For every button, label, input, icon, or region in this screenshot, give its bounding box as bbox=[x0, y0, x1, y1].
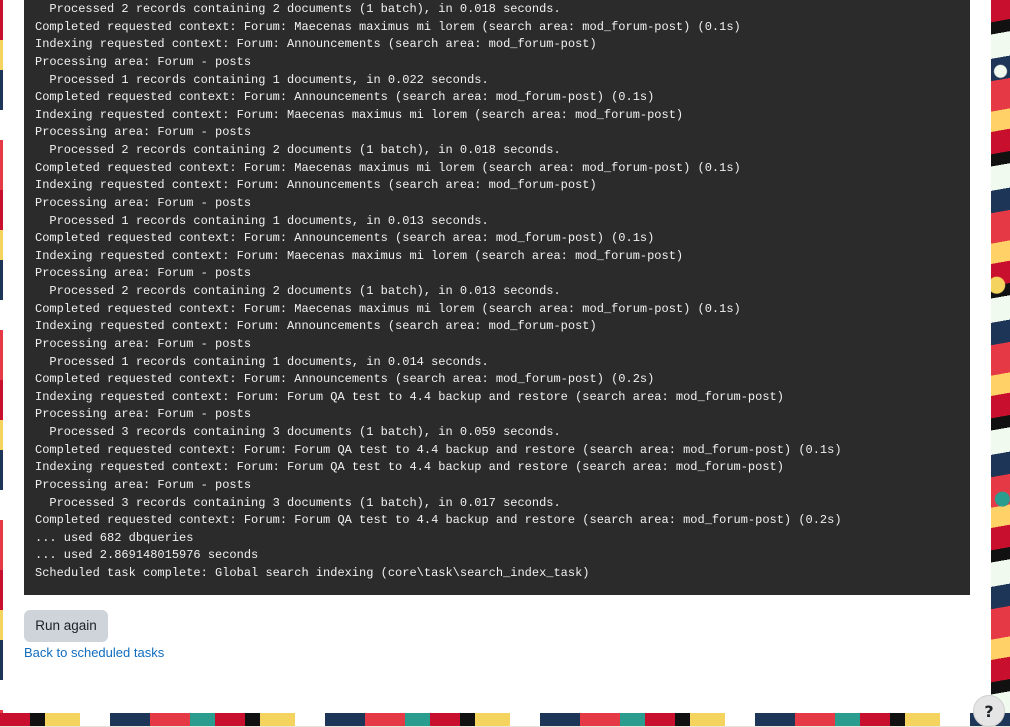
console-line: Indexing requested context: Forum: Annou… bbox=[35, 319, 597, 334]
help-button[interactable]: ? bbox=[973, 695, 1005, 727]
console-line: Processed 2 records containing 2 documen… bbox=[35, 284, 561, 298]
console-line: Processed 2 records containing 2 documen… bbox=[35, 2, 561, 16]
console-line: Processing area: Forum - posts bbox=[35, 407, 252, 422]
console-line: Completed requested context: Forum: Maec… bbox=[35, 19, 741, 34]
run-again-button[interactable]: Run again bbox=[24, 610, 108, 642]
console-line: Processing area: Forum - posts bbox=[35, 125, 252, 140]
console-line: Processing area: Forum - posts bbox=[35, 477, 252, 492]
console-line: Processed 1 records containing 1 documen… bbox=[35, 72, 489, 87]
console-line: Completed requested context: Forum: Anno… bbox=[35, 90, 655, 105]
question-icon: ? bbox=[984, 701, 994, 721]
console-line: Processing area: Forum - posts bbox=[35, 54, 252, 69]
console-line: Completed requested context: Forum: Maec… bbox=[35, 160, 741, 175]
console-line: Indexing requested context: Forum: Maece… bbox=[35, 248, 684, 263]
console-line: Processed 1 records containing 1 documen… bbox=[35, 213, 489, 228]
console-line: Completed requested context: Forum: Maec… bbox=[35, 301, 741, 316]
console-line: Indexing requested context: Forum: Forum… bbox=[35, 389, 784, 404]
back-to-scheduled-tasks-link[interactable]: Back to scheduled tasks bbox=[24, 644, 164, 662]
console-line: Completed requested context: Forum: Foru… bbox=[35, 442, 842, 457]
console-line: Indexing requested context: Forum: Annou… bbox=[35, 37, 597, 52]
console-line: Scheduled task complete: Global search i… bbox=[35, 566, 590, 580]
task-output-console: Processed 2 records containing 2 documen… bbox=[24, 0, 970, 595]
console-line: Completed requested context: Forum: Anno… bbox=[35, 372, 655, 387]
console-line: Processed 3 records containing 3 documen… bbox=[35, 495, 561, 510]
main-content-panel: Processed 2 records containing 2 documen… bbox=[3, 0, 991, 713]
console-line: Processing area: Forum - posts bbox=[35, 336, 252, 351]
console-line: Indexing requested context: Forum: Forum… bbox=[35, 460, 784, 475]
background-collage-bottom bbox=[0, 713, 1010, 726]
console-line: ... used 682 dbqueries bbox=[35, 530, 194, 545]
console-line: Indexing requested context: Forum: Maece… bbox=[35, 107, 684, 122]
console-line: Processed 2 records containing 2 documen… bbox=[35, 143, 561, 157]
console-line: Completed requested context: Forum: Foru… bbox=[35, 513, 842, 528]
console-line: Processed 1 records containing 1 documen… bbox=[35, 354, 489, 369]
background-collage-right bbox=[991, 0, 1010, 713]
console-line: ... used 2.869148015976 seconds bbox=[35, 548, 259, 563]
console-line: Processed 3 records containing 3 documen… bbox=[35, 425, 561, 439]
console-line: Processing area: Forum - posts bbox=[35, 266, 252, 281]
console-line: Completed requested context: Forum: Anno… bbox=[35, 231, 655, 246]
console-line: Processing area: Forum - posts bbox=[35, 195, 252, 210]
console-line: Indexing requested context: Forum: Annou… bbox=[35, 178, 597, 193]
